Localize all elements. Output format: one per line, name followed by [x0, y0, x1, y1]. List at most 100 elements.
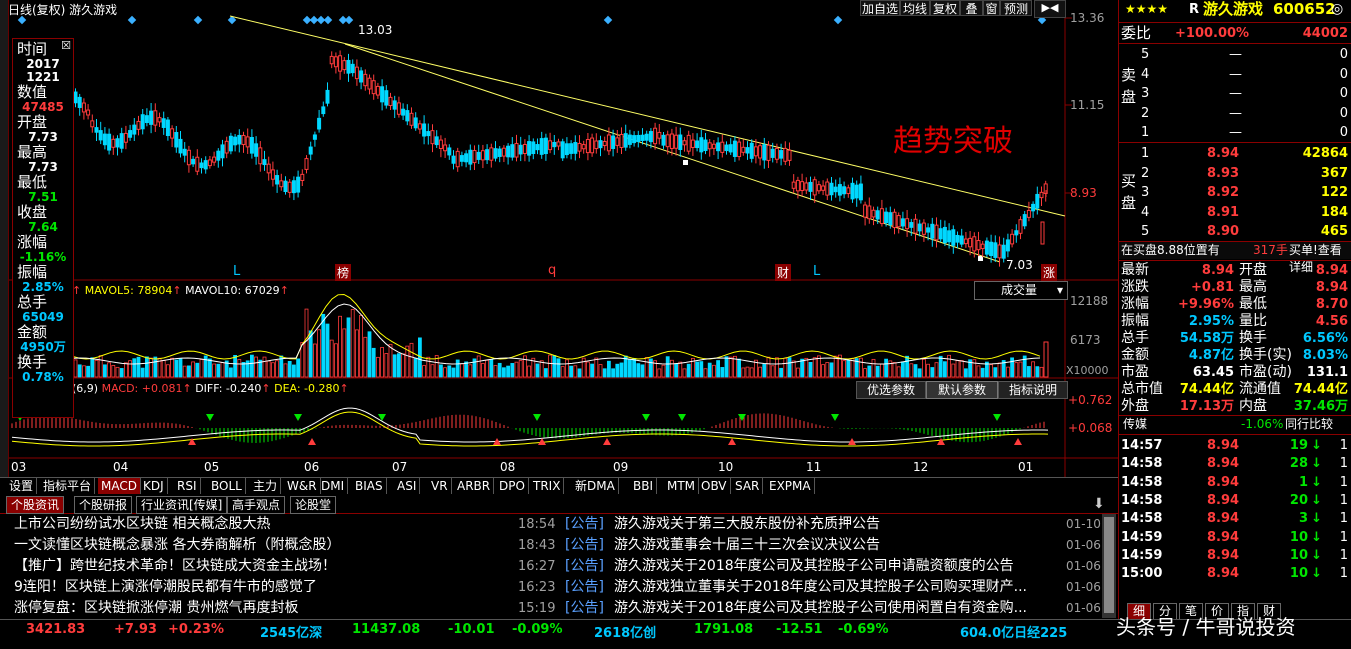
news-tab-0[interactable]: 个股资讯: [6, 496, 65, 514]
news-item[interactable]: 一文读懂区块链概念暴涨 各大券商解析（附概念股）: [14, 535, 340, 556]
toolbar-button-1[interactable]: 均线: [900, 0, 930, 16]
volume-bar: [233, 355, 238, 378]
indicator-tab-w&r[interactable]: W&R: [284, 478, 321, 494]
volume-bar: [338, 315, 343, 378]
sell-row[interactable]: 4—0: [1119, 66, 1351, 83]
toolbar-arrows-button[interactable]: ▶◀: [1034, 0, 1066, 18]
news-item[interactable]: 【推广】跨世纪技术革命！区块链成大资金主战场！: [14, 556, 336, 577]
close-icon[interactable]: ☒: [61, 39, 71, 52]
marker-zhang[interactable]: 涨: [1041, 264, 1058, 281]
buy-row[interactable]: 4 8.91 184: [1119, 204, 1351, 221]
news-tab-1[interactable]: 个股研报: [74, 496, 133, 514]
event-diamond-icon[interactable]: [833, 15, 843, 25]
indicator-tab-mtm[interactable]: MTM: [664, 478, 700, 494]
candle: [905, 218, 910, 230]
candle: [972, 236, 977, 252]
kline-chart-area[interactable]: [0, 0, 1118, 478]
default-params-button[interactable]: 默认参数: [926, 381, 998, 399]
news-item[interactable]: 涨停复盘：区块链掀涨停潮 贵州燃气再度封板: [14, 598, 298, 619]
toolbar-button-4[interactable]: 窗: [983, 0, 1000, 16]
indicator-tab-expma[interactable]: EXPMA: [766, 478, 815, 494]
volume-bar: [396, 353, 401, 378]
announcement-item[interactable]: 游久游戏独立董事关于2018年度公司及其控股子公司购买理财产...: [614, 577, 1027, 598]
sell-row[interactable]: 3—0: [1119, 85, 1351, 102]
event-diamond-icon[interactable]: [344, 15, 354, 25]
indicator-select[interactable]: 成交量 ▾: [974, 281, 1068, 300]
buy-row[interactable]: 3 8.92 122: [1119, 184, 1351, 201]
announcement-item[interactable]: 游久游戏董事会十届三十三次会议决议公告: [614, 535, 880, 556]
candle: [73, 91, 78, 104]
sector-row[interactable]: 传媒 -1.06% 同行比较: [1119, 416, 1351, 433]
buy-row[interactable]: 2 8.93 367: [1119, 165, 1351, 182]
volume-bar: [359, 315, 364, 378]
volume-bar: [632, 358, 636, 378]
candle: [178, 138, 183, 154]
marker-q[interactable]: q: [548, 263, 556, 278]
indicator-tab-asi[interactable]: ASI: [394, 478, 421, 494]
news-item[interactable]: 上市公司纷纷试水区块链 相关概念股大热: [14, 514, 270, 535]
toolbar-button-2[interactable]: 复权: [930, 0, 960, 16]
sell-row[interactable]: 5—0: [1119, 46, 1351, 63]
sell-row[interactable]: 2—0: [1119, 105, 1351, 122]
indicator-help-button[interactable]: 指标说明: [998, 381, 1068, 399]
indicator-tab-bbi[interactable]: BBI: [630, 478, 658, 494]
indicator-tab-boll[interactable]: BOLL: [208, 478, 246, 494]
news-tab-4[interactable]: 论股堂: [290, 496, 337, 514]
toolbar-button-5[interactable]: 预测: [1000, 0, 1032, 16]
indicator-tab-obv[interactable]: OBV: [698, 478, 731, 494]
candle: [464, 153, 469, 163]
indicator-tab-trix[interactable]: TRIX: [530, 478, 565, 494]
marker-cai[interactable]: 财: [775, 264, 792, 281]
toolbar-button-3[interactable]: 叠: [960, 0, 983, 16]
indicator-tab-bias[interactable]: BIAS: [352, 478, 387, 494]
big-buy-info[interactable]: 在买盘8.88位置有 317手 买单!查看详细: [1119, 242, 1351, 274]
volume-bar: [896, 366, 901, 378]
announcement-item[interactable]: 游久游戏关于2018年度公司及其控股子公司申请融资额度的公告: [614, 556, 1014, 577]
marker-l1[interactable]: L: [233, 264, 240, 279]
optimal-params-button[interactable]: 优选参数: [856, 381, 926, 399]
toolbar-button-0[interactable]: 加自选: [860, 0, 900, 16]
volume-bar: [367, 331, 372, 378]
indicator-tab-指标平台[interactable]: 指标平台: [40, 478, 96, 494]
buy-row[interactable]: 1 8.94 42864: [1119, 145, 1351, 162]
event-diamond-icon[interactable]: [193, 15, 203, 25]
indicator-tab-kdj[interactable]: KDJ: [140, 478, 168, 494]
marker-l2[interactable]: L: [813, 264, 820, 279]
event-diamond-icon[interactable]: [603, 15, 613, 25]
news-tab-2[interactable]: 行业资讯[传媒]: [136, 496, 228, 514]
download-icon[interactable]: ⬇: [1093, 496, 1105, 512]
indicator-tab-sar[interactable]: SAR: [732, 478, 764, 494]
announcement-item[interactable]: 游久游戏关于第三大股东股份补充质押公告: [614, 514, 880, 535]
volume-bar: [821, 364, 825, 378]
indicator-tab-新dma[interactable]: 新DMA: [572, 478, 619, 494]
event-diamond-icon[interactable]: [323, 15, 333, 25]
indicator-tab-dmi[interactable]: DMI: [318, 478, 349, 494]
candle: [770, 148, 775, 158]
indicator-tab-rsi[interactable]: RSI: [174, 478, 201, 494]
buy-row[interactable]: 5 8.90 465: [1119, 223, 1351, 240]
volume-bar: [628, 359, 632, 378]
indicator-tab-设置[interactable]: 设置: [6, 478, 38, 494]
candle: [900, 218, 905, 227]
news-item[interactable]: 9连阳！区块链上演涨停潮股民都有牛市的感觉了: [14, 577, 317, 598]
volume-bar: [1035, 366, 1040, 378]
sell-row[interactable]: 1—0: [1119, 124, 1351, 141]
buy-signal-arrow-icon: [728, 438, 736, 445]
indicator-tab-vr[interactable]: VR: [428, 478, 452, 494]
candle: [501, 147, 506, 157]
announcement-item[interactable]: 游久游戏关于2018年度公司及其控股子公司使用闲置自有资金购...: [614, 598, 1027, 619]
marker-bang[interactable]: 榜: [335, 264, 352, 281]
kline-chart[interactable]: [0, 0, 1118, 478]
indicator-tab-macd[interactable]: MACD: [98, 478, 141, 494]
scrollbar-thumb[interactable]: [1104, 517, 1114, 613]
event-diamond-icon[interactable]: [127, 15, 137, 25]
news-scrollbar[interactable]: [1102, 514, 1116, 618]
volume-bar: [812, 357, 817, 378]
stock-info-icon[interactable]: ◎: [1331, 1, 1343, 18]
indicator-tab-主力[interactable]: 主力: [250, 478, 282, 494]
candle: [779, 150, 784, 159]
indicator-tab-dpo[interactable]: DPO: [496, 478, 529, 494]
volume-bar: [779, 367, 783, 378]
news-tab-3[interactable]: 高手观点: [227, 496, 286, 514]
indicator-tab-arbr[interactable]: ARBR: [454, 478, 495, 494]
